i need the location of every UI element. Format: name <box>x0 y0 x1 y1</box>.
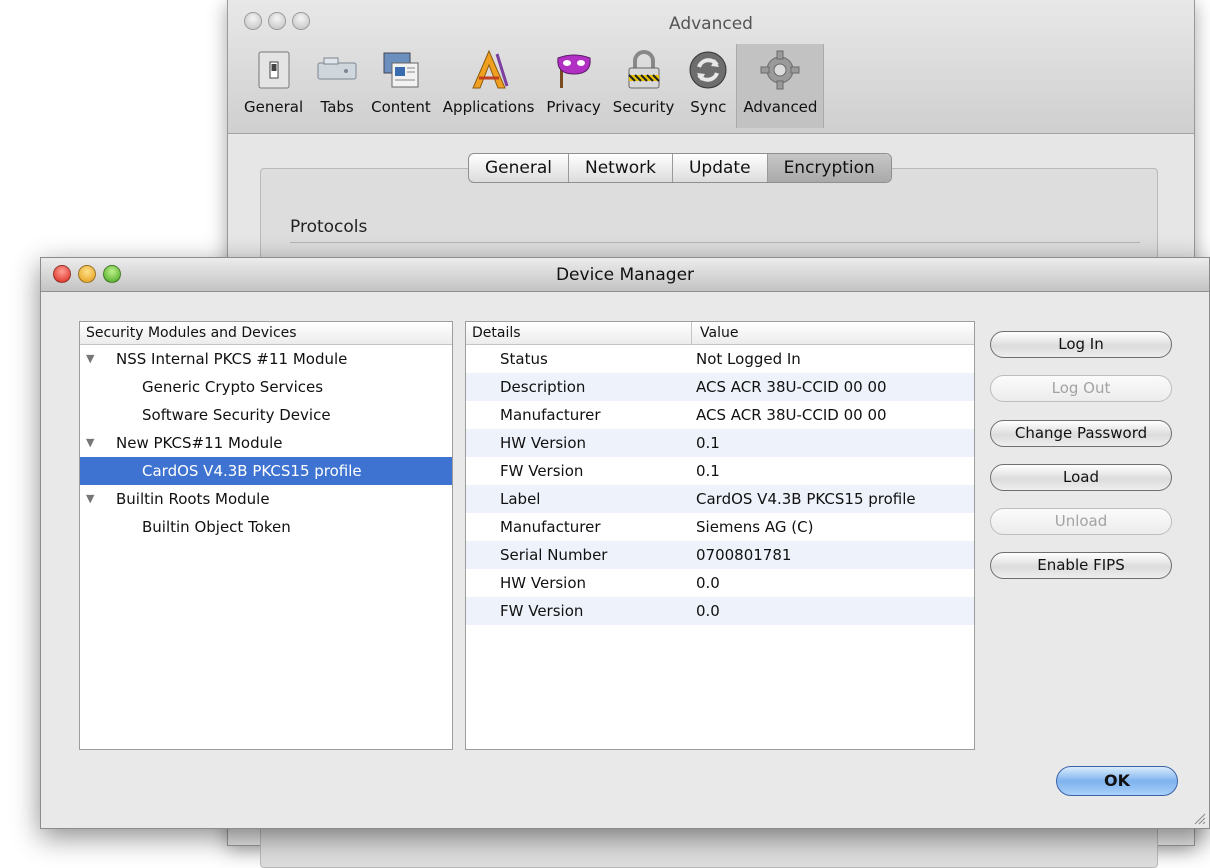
advanced-subtabs: General Network Update Encryption <box>468 153 892 183</box>
column-header-value[interactable]: Value <box>692 322 738 344</box>
enable-fips-button[interactable]: Enable FIPS <box>990 552 1172 579</box>
table-row[interactable]: Label CardOS V4.3B PKCS15 profile <box>466 485 974 513</box>
change-password-button[interactable]: Change Password <box>990 420 1172 447</box>
tree-item-nss-internal-module[interactable]: ▼ NSS Internal PKCS #11 Module <box>80 345 452 373</box>
device-manager-titlebar[interactable]: Device Manager <box>41 258 1209 292</box>
toolbar-tabs[interactable]: Tabs <box>309 44 365 128</box>
resize-grip-icon[interactable] <box>1192 811 1206 825</box>
tree-item-generic-crypto-services[interactable]: Generic Crypto Services <box>80 373 452 401</box>
toolbar-advanced[interactable]: Advanced <box>736 44 825 128</box>
protocols-section-title: Protocols <box>290 217 368 237</box>
table-row[interactable]: Status Not Logged In <box>466 345 974 373</box>
toolbar-security[interactable]: Security <box>607 44 681 128</box>
tree-item-software-security-device[interactable]: Software Security Device <box>80 401 452 429</box>
sync-icon <box>686 48 730 92</box>
security-lock-icon <box>622 48 666 92</box>
table-row[interactable]: FW Version 0.1 <box>466 457 974 485</box>
subtab-update[interactable]: Update <box>673 154 768 182</box>
toolbar-applications[interactable]: Applications <box>437 44 541 128</box>
modules-tree[interactable]: Security Modules and Devices ▼ NSS Inter… <box>79 321 453 750</box>
unload-button[interactable]: Unload <box>990 508 1172 535</box>
privacy-mask-icon <box>552 48 596 92</box>
toolbar-privacy[interactable]: Privacy <box>540 44 606 128</box>
log-out-button[interactable]: Log Out <box>990 375 1172 402</box>
tabs-icon <box>315 48 359 92</box>
disclosure-triangle-icon[interactable]: ▼ <box>86 429 94 457</box>
device-manager-title: Device Manager <box>555 265 695 285</box>
details-table-header: Details Value <box>466 322 974 345</box>
subtab-general[interactable]: General <box>469 154 569 182</box>
toolbar-general[interactable]: General <box>238 44 309 128</box>
table-row[interactable]: Manufacturer ACS ACR 38U-CCID 00 00 <box>466 401 974 429</box>
subtab-network[interactable]: Network <box>569 154 673 182</box>
tree-item-new-pkcs11-module[interactable]: ▼ New PKCS#11 Module <box>80 429 452 457</box>
toolbar-content[interactable]: Content <box>365 44 437 128</box>
log-in-button[interactable]: Log In <box>990 331 1172 358</box>
preferences-titlebar: Advanced General Tabs Content Applicatio… <box>228 0 1194 134</box>
preferences-title: Advanced <box>669 14 753 34</box>
tree-item-builtin-object-token[interactable]: Builtin Object Token <box>80 513 452 541</box>
general-switch-icon <box>252 48 296 92</box>
load-button[interactable]: Load <box>990 464 1172 491</box>
table-row[interactable]: Serial Number 0700801781 <box>466 541 974 569</box>
details-rows: Status Not Logged In Description ACS ACR 3… <box>466 345 974 625</box>
ok-button[interactable]: OK <box>1056 766 1178 796</box>
table-row[interactable]: HW Version 0.1 <box>466 429 974 457</box>
advanced-gear-icon <box>758 48 802 92</box>
tree-item-builtin-roots-module[interactable]: ▼ Builtin Roots Module <box>80 485 452 513</box>
subtab-encryption[interactable]: Encryption <box>767 154 891 182</box>
table-row[interactable]: FW Version 0.0 <box>466 597 974 625</box>
device-manager-window: Device Manager Security Modules and Devi… <box>40 257 1210 829</box>
details-table[interactable]: Details Value Status Not Logged In Descri… <box>465 321 975 750</box>
table-row[interactable]: Description ACS ACR 38U-CCID 00 00 <box>466 373 974 401</box>
disclosure-triangle-icon[interactable]: ▼ <box>86 485 94 513</box>
content-icon <box>379 48 423 92</box>
toolbar-sync[interactable]: Sync <box>680 44 736 128</box>
table-row[interactable]: HW Version 0.0 <box>466 569 974 597</box>
applications-icon <box>467 48 511 92</box>
preferences-toolbar: General Tabs Content Applications Privac… <box>238 44 825 128</box>
tree-column-header[interactable]: Security Modules and Devices <box>80 322 452 345</box>
table-row[interactable]: Manufacturer Siemens AG (C) <box>466 513 974 541</box>
disclosure-triangle-icon[interactable]: ▼ <box>86 345 94 373</box>
tree-item-cardos-profile[interactable]: CardOS V4.3B PKCS15 profile <box>80 457 452 485</box>
protocols-divider <box>290 242 1140 243</box>
column-header-details[interactable]: Details <box>466 322 692 344</box>
